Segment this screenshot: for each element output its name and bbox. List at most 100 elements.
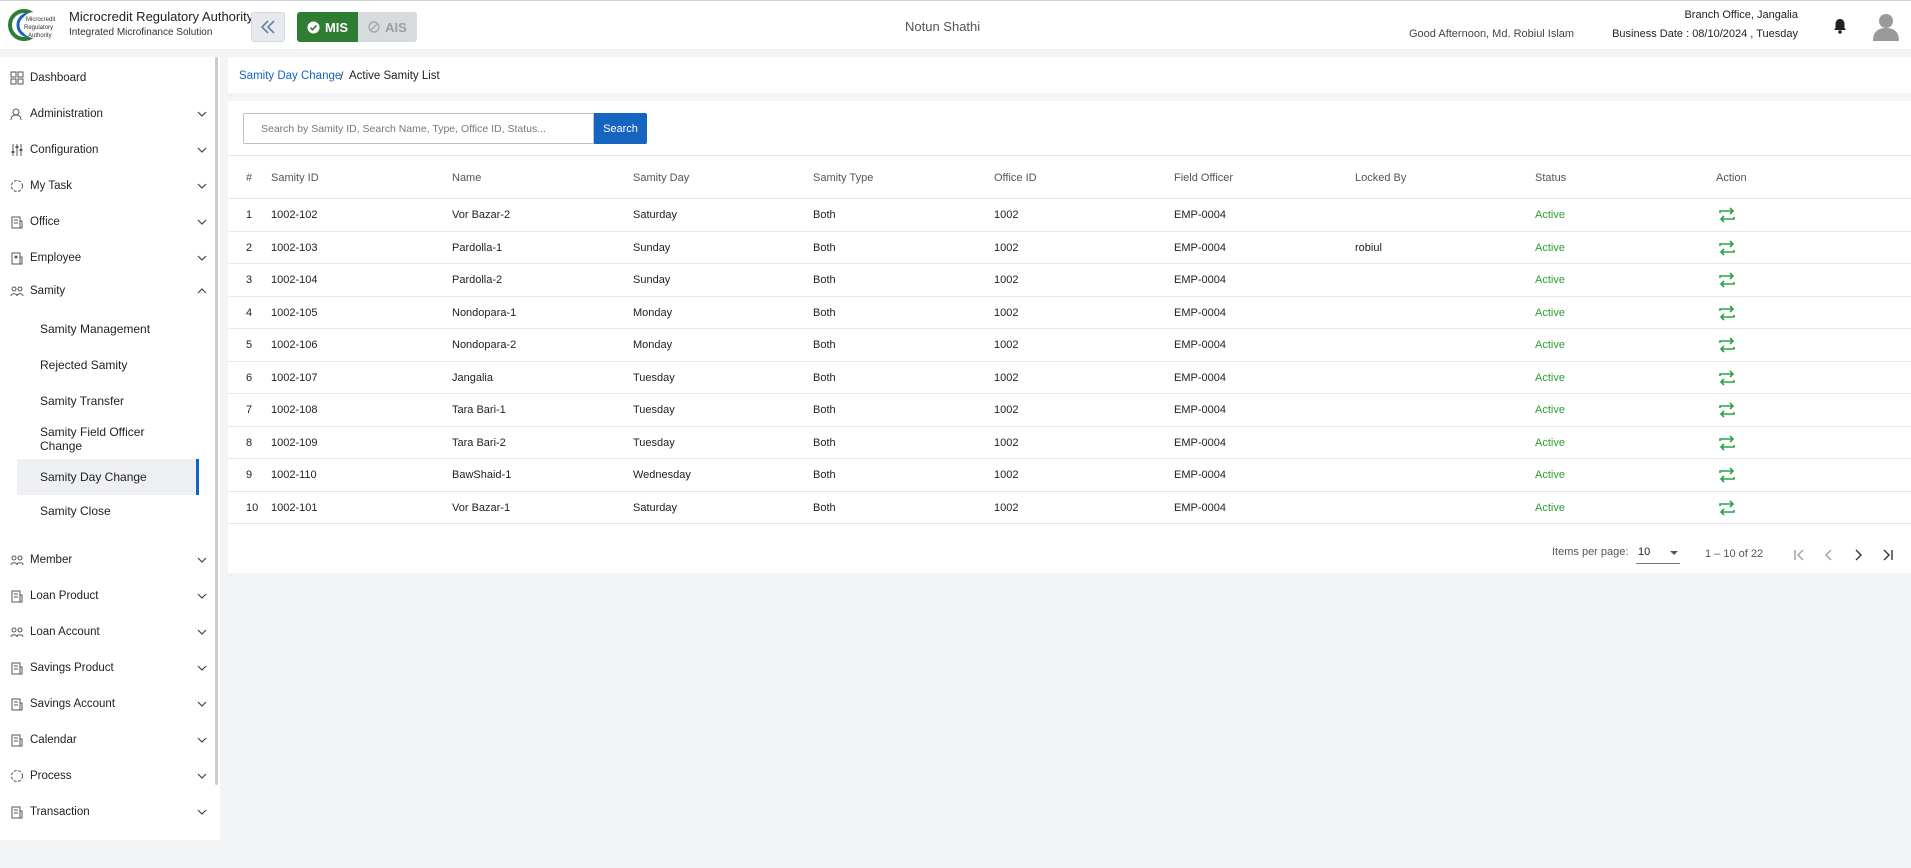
cell-status: Active <box>1535 501 1565 514</box>
table-row[interactable]: 7 1002-108 Tara Bari-1 Tuesday Both 1002 EMP-0… <box>228 394 1911 427</box>
sidebar-item-loan-account[interactable]: Loan Account <box>0 617 214 647</box>
sidebar-item-label: Savings Product <box>30 662 114 674</box>
swap-icon[interactable] <box>1717 369 1737 387</box>
swap-icon[interactable] <box>1717 206 1737 224</box>
cell-samity-type: Both <box>813 209 836 221</box>
cell-name: Tara Bari-2 <box>452 436 506 449</box>
org-name: Microcredit Regulatory Authority <box>69 9 254 24</box>
column-header-status[interactable]: Status <box>1535 172 1566 184</box>
cell-samity-id: 1002-104 <box>271 274 318 286</box>
cell-samity-type: Both <box>813 339 836 351</box>
user-avatar-icon[interactable] <box>1871 11 1901 41</box>
top-header: Microcredit Regulatory Authority Microcr… <box>0 0 1911 50</box>
chevron-down-icon <box>197 665 207 671</box>
sidebar-item-employee[interactable]: Employee <box>0 243 214 273</box>
sidebar-subitem-samity-field-officer-change[interactable]: Samity Field Officer Change <box>17 422 199 456</box>
cell-samity-type: Both <box>813 436 836 449</box>
column-header-samity-id[interactable]: Samity ID <box>271 172 319 184</box>
paginator: Items per page: 10 1 – 10 of 22 <box>228 537 1911 573</box>
sidebar-item-transaction[interactable]: Transaction <box>0 797 214 827</box>
swap-icon[interactable] <box>1717 304 1737 322</box>
cell-status: Active <box>1535 436 1565 449</box>
chevron-down-icon <box>197 593 207 599</box>
column-header-samity-type[interactable]: Samity Type <box>813 172 873 184</box>
table-row[interactable]: 8 1002-109 Tara Bari-2 Tuesday Both 1002 EMP-0… <box>228 427 1911 459</box>
sidebar-item-loan-product[interactable]: Loan Product <box>0 581 214 611</box>
sidebar-subitem-samity-day-change[interactable]: Samity Day Change <box>17 459 199 495</box>
cell-samity-id: 1002-107 <box>271 371 318 384</box>
swap-icon[interactable] <box>1717 336 1737 354</box>
next-page-button[interactable] <box>1845 542 1871 568</box>
cell-status: Active <box>1535 339 1565 351</box>
sidebar-subitem-samity-close[interactable]: Samity Close <box>17 497 199 525</box>
first-page-icon <box>1794 549 1804 561</box>
table-row[interactable]: 2 1002-103 Pardolla-1 Sunday Both 1002 EMP-000… <box>228 232 1911 264</box>
table-row[interactable]: 3 1002-104 Pardolla-2 Sunday Both 1002 EMP-000… <box>228 264 1911 297</box>
table-row[interactable]: 5 1002-106 Nondopara-2 Monday Both 1002 EMP-00… <box>228 329 1911 362</box>
cell-samity-type: Both <box>813 241 836 254</box>
mis-toggle[interactable]: MIS <box>297 12 358 42</box>
swap-icon[interactable] <box>1717 401 1737 419</box>
search-button[interactable]: Search <box>594 113 647 144</box>
member-icon <box>10 555 24 566</box>
column-header-office-id[interactable]: Office ID <box>994 172 1037 184</box>
table-row[interactable]: 4 1002-105 Nondopara-1 Monday Both 1002 EMP-00… <box>228 297 1911 329</box>
column-header-name[interactable]: Name <box>452 172 481 184</box>
previous-page-button[interactable] <box>1816 542 1842 568</box>
sidebar-item-samity[interactable]: Samity <box>0 276 214 306</box>
sidebar-item-savings-account[interactable]: Savings Account <box>0 689 214 719</box>
sidebar-item-administration[interactable]: Administration <box>0 99 214 129</box>
sidebar-item-configuration[interactable]: Configuration <box>0 135 214 165</box>
swap-icon[interactable] <box>1717 499 1737 517</box>
sidebar-item-process[interactable]: Process <box>0 761 214 791</box>
sidebar-item-member[interactable]: Member <box>0 545 214 575</box>
cell-samity-type: Both <box>813 501 836 514</box>
column-header-locked-by[interactable]: Locked By <box>1355 172 1406 184</box>
cell-samity-id: 1002-108 <box>271 404 318 416</box>
sidebar-item-savings-product[interactable]: Savings Product <box>0 653 214 683</box>
swap-icon[interactable] <box>1717 239 1737 257</box>
chevron-down-icon <box>197 773 207 779</box>
sidebar-scrollbar[interactable] <box>215 57 218 785</box>
sidebar-item-calendar[interactable]: Calendar <box>0 725 214 755</box>
chevron-down-icon <box>197 737 207 743</box>
sidebar-item-my-task[interactable]: My Task <box>0 171 214 201</box>
swap-icon[interactable] <box>1717 466 1737 484</box>
row-index: 5 <box>246 339 253 351</box>
cell-field-officer: EMP-0004 <box>1174 404 1226 416</box>
mra-logo: Microcredit Regulatory Authority <box>8 9 56 41</box>
swap-icon[interactable] <box>1717 271 1737 289</box>
row-index: 3 <box>246 274 253 286</box>
table-row[interactable]: 9 1002-110 BawShaid-1 Wednesday Both 1002 EMP-… <box>228 459 1911 492</box>
column-header-samity-day[interactable]: Samity Day <box>633 172 689 184</box>
table-row[interactable]: 10 1002-101 Vor Bazar-1 Saturday Both 1002 EMP… <box>228 492 1911 524</box>
samity-table: # Samity ID Name Samity Day Samity Type … <box>228 155 1911 524</box>
first-page-button[interactable] <box>1786 542 1812 568</box>
column-header-field-officer[interactable]: Field Officer <box>1174 172 1233 184</box>
ais-toggle[interactable]: AIS <box>358 12 417 42</box>
last-page-icon <box>1883 549 1893 561</box>
sidebar-item-label: Configuration <box>30 144 99 156</box>
chevron-down-icon <box>197 219 207 225</box>
last-page-button[interactable] <box>1875 542 1901 568</box>
sidebar-item-label: Member <box>30 554 73 566</box>
row-index: 4 <box>246 306 253 319</box>
swap-icon[interactable] <box>1717 434 1737 452</box>
sidebar-subitem-samity-management[interactable]: Samity Management <box>17 315 199 343</box>
row-index: 7 <box>246 404 253 416</box>
sidebar-subitem-rejected-samity[interactable]: Rejected Samity <box>17 351 199 379</box>
building-icon <box>11 216 23 229</box>
table-row[interactable]: 1 1002-102 Vor Bazar-2 Saturday Both 1002 EMP-… <box>228 199 1911 232</box>
sidebar-item-dashboard[interactable]: Dashboard <box>0 63 214 93</box>
user-greeting: Good Afternoon, Md. Robiul Islam <box>1409 28 1575 40</box>
cell-samity-day: Wednesday <box>633 469 691 481</box>
items-per-page-select[interactable]: 10 <box>1636 542 1680 564</box>
cell-samity-day: Saturday <box>633 209 678 221</box>
search-input[interactable] <box>243 113 594 144</box>
sidebar-subitem-samity-transfer[interactable]: Samity Transfer <box>17 387 199 415</box>
sidebar-item-office[interactable]: Office <box>0 207 214 237</box>
sidebar-collapse-button[interactable] <box>251 12 285 42</box>
notification-bell-icon[interactable] <box>1831 17 1849 35</box>
breadcrumb-link-samity-day-change[interactable]: Samity Day Change <box>239 70 341 82</box>
table-row[interactable]: 6 1002-107 Jangalia Tuesday Both 1002 EMP-0004… <box>228 362 1911 394</box>
